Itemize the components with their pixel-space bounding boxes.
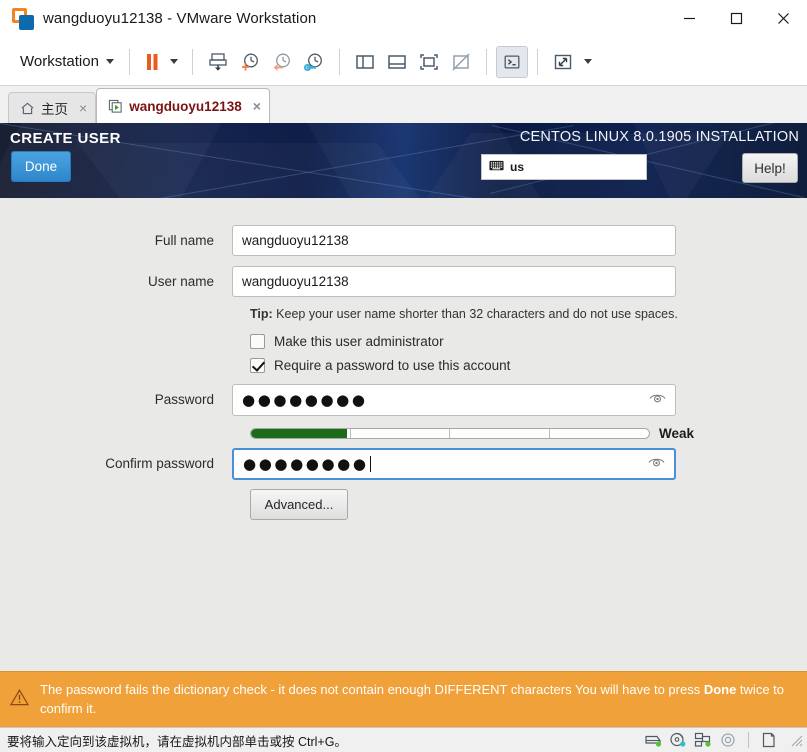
stretch-view-button[interactable] [547, 46, 579, 78]
revert-snapshot-button[interactable] [266, 46, 298, 78]
toolbar-separator [485, 48, 487, 75]
confirm-password-row: Confirm password ●●●●●●●● [0, 448, 807, 480]
user-name-tip: Tip: Keep your user name shorter than 32… [250, 307, 807, 321]
toolbar-separator [536, 48, 538, 75]
pause-dropdown-button[interactable] [165, 46, 183, 78]
keyboard-layout-indicator[interactable]: us [481, 154, 647, 180]
user-name-label: User name [147, 274, 214, 289]
password-strength-fill [251, 429, 347, 438]
user-name-input[interactable]: wangduoyu12138 [232, 266, 676, 297]
product-title: CENTOS LINUX 8.0.1905 INSTALLATION [519, 129, 799, 145]
keyboard-layout-label: us [510, 160, 525, 174]
eye-icon[interactable] [648, 455, 665, 473]
tab-home[interactable]: 主页 × [8, 92, 97, 123]
close-button[interactable] [760, 0, 807, 38]
require-password-checkbox[interactable] [250, 357, 265, 373]
password-input[interactable]: ●●●●●●●● [232, 384, 676, 416]
full-screen-button[interactable] [413, 46, 445, 78]
warning-bar: The password fails the dictionary check … [0, 671, 807, 727]
status-separator [748, 732, 749, 748]
toolbar-separator [338, 48, 340, 75]
toolbar-separator [191, 48, 193, 75]
keyboard-icon [489, 160, 504, 174]
tip-text: Keep your user name shorter than 32 char… [272, 307, 678, 321]
tab-wangduoyu12138[interactable]: wangduoyu12138 × [96, 88, 270, 123]
user-name-row: User name wangduoyu12138 [0, 266, 807, 297]
help-button[interactable]: Help! [742, 153, 798, 183]
installer-header: CREATE USER CENTOS LINUX 8.0.1905 INSTAL… [0, 123, 807, 198]
pause-button[interactable] [139, 46, 165, 78]
status-message: 要将输入定向到该虚拟机，请在虚拟机内部单击或按 Ctrl+G。 [7, 734, 347, 749]
snapshot-manager-button[interactable] [298, 46, 330, 78]
full-name-row: Full name wangduoyu12138 [0, 225, 807, 256]
create-user-form: Full name wangduoyu12138 User name wangd… [0, 198, 807, 671]
status-device-icons [644, 731, 803, 749]
take-snapshot-button[interactable] [234, 46, 266, 78]
title-bar: wangduoyu12138 - VMware Workstation [0, 0, 807, 38]
chevron-down-icon [169, 59, 178, 64]
show-library-button[interactable] [349, 46, 381, 78]
make-administrator-label: Make this user administrator [274, 333, 444, 349]
vmware-logo-icon [12, 7, 34, 30]
hard-disk-icon[interactable] [644, 731, 662, 749]
window-controls [666, 0, 807, 38]
password-label: Password [154, 392, 214, 407]
text-cursor [369, 456, 371, 472]
require-password-label: Require a password to use this account [274, 357, 511, 373]
password-strength-bar [250, 428, 650, 439]
make-administrator-checkbox[interactable] [250, 333, 265, 349]
chevron-down-icon [583, 59, 592, 64]
warning-triangle-icon [9, 688, 30, 711]
minimize-button[interactable] [666, 0, 713, 38]
show-thumbnail-bar-button[interactable] [381, 46, 413, 78]
full-name-input[interactable]: wangduoyu12138 [232, 225, 676, 256]
chevron-down-icon [105, 59, 114, 64]
done-button[interactable]: Done [11, 151, 71, 182]
main-toolbar: Workstation [0, 38, 807, 86]
sound-card-icon[interactable] [719, 731, 737, 749]
tab-home-close-icon[interactable]: × [79, 101, 87, 115]
password-strength-label: Weak [659, 426, 695, 441]
warning-text-bold: Done [703, 681, 737, 697]
manage-snapshot-button[interactable] [202, 46, 234, 78]
tab-home-label: 主页 [41, 102, 68, 117]
full-name-label: Full name [154, 233, 214, 248]
vmware-workstation-window: wangduoyu12138 - VMware Workstation Work… [0, 0, 807, 752]
tab-wangduoyu12138-label: wangduoyu12138 [129, 98, 242, 114]
network-adapter-icon[interactable] [694, 731, 712, 749]
confirm-password-input[interactable]: ●●●●●●●● [232, 448, 676, 480]
spoke-title: CREATE USER [10, 130, 121, 147]
window-title: wangduoyu12138 - VMware Workstation [43, 10, 317, 27]
stretch-view-dropdown-button[interactable] [579, 46, 597, 78]
cd-dvd-icon[interactable] [669, 731, 687, 749]
workstation-menu-label: Workstation [20, 53, 99, 70]
warning-text-part1: The password fails the dictionary check … [40, 681, 704, 697]
password-masked-value: ●●●●●●●● [242, 390, 368, 409]
make-administrator-row[interactable]: Make this user administrator [250, 329, 807, 353]
vm-tab-bar: 主页 × wangduoyu12138 × [0, 86, 807, 123]
confirm-password-masked-value: ●●●●●●●● [243, 454, 369, 473]
vm-console-screen[interactable]: CREATE USER CENTOS LINUX 8.0.1905 INSTAL… [0, 123, 807, 727]
maximize-button[interactable] [713, 0, 760, 38]
tip-prefix: Tip: [250, 307, 273, 321]
password-strength-row: Weak [250, 426, 807, 441]
tab-wangduoyu12138-close-icon[interactable]: × [253, 99, 261, 113]
eye-icon[interactable] [649, 391, 666, 409]
confirm-password-label: Confirm password [105, 456, 214, 471]
password-row: Password ●●●●●●●● [0, 384, 807, 416]
home-icon [20, 101, 35, 116]
resize-grip[interactable] [789, 733, 803, 747]
printer-icon[interactable] [760, 731, 778, 749]
vm-running-icon [108, 99, 123, 114]
workstation-menu-button[interactable]: Workstation [14, 49, 120, 74]
advanced-button[interactable]: Advanced... [250, 489, 348, 520]
toolbar-separator [128, 48, 130, 75]
warning-message: The password fails the dictionary check … [40, 681, 793, 719]
unity-mode-button[interactable] [445, 46, 477, 78]
require-password-row[interactable]: Require a password to use this account [250, 353, 807, 377]
console-view-button[interactable] [495, 45, 528, 78]
status-bar: 要将输入定向到该虚拟机，请在虚拟机内部单击或按 Ctrl+G。 [0, 727, 807, 752]
